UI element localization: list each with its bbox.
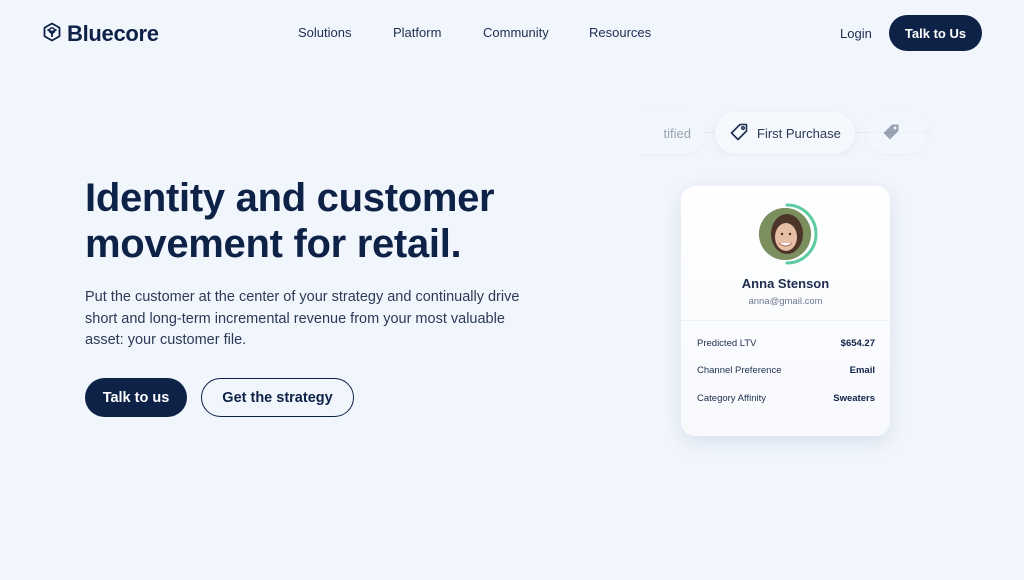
tag-pill-next [867, 112, 927, 154]
customer-name: Anna Stenson [741, 276, 830, 291]
card-divider [681, 320, 890, 321]
headline-line-2: movement for retail. [85, 222, 462, 266]
row-label: Category Affinity [697, 393, 767, 404]
get-strategy-button[interactable]: Get the strategy [201, 378, 354, 417]
tag-carousel: tified First Purchase [640, 110, 930, 156]
cube-logo-icon [42, 22, 62, 47]
talk-to-us-button[interactable]: Talk to Us [889, 15, 982, 51]
customer-profile-card: Anna Stenson anna@gmail.com Predicted LT… [681, 186, 890, 436]
row-label: Predicted LTV [697, 338, 757, 349]
row-value: Email [849, 365, 875, 376]
tag-pill-partial: tified [640, 112, 705, 154]
tag-filled-icon [881, 122, 901, 145]
hero-headline: Identity and customer movement for retai… [85, 175, 605, 267]
talk-to-us-hero-button[interactable]: Talk to us [85, 378, 187, 417]
row-value: Sweaters [833, 393, 875, 404]
hero-subtext: Put the customer at the center of your s… [85, 289, 520, 348]
tag-pill-first-purchase: First Purchase [715, 112, 855, 154]
avatar [759, 208, 811, 260]
row-predicted-ltv: Predicted LTV $654.27 [697, 338, 875, 349]
tag-icon [729, 122, 749, 145]
tag-partial-label: tified [663, 125, 691, 141]
brand-logo[interactable]: Bluecore [42, 21, 159, 47]
nav-resources[interactable]: Resources [589, 25, 651, 40]
customer-email: anna@gmail.com [748, 296, 823, 307]
nav-community[interactable]: Community [483, 25, 549, 40]
row-label: Channel Preference [697, 365, 782, 376]
brand-name: Bluecore [67, 21, 159, 46]
tag-label: First Purchase [757, 125, 841, 141]
row-category-affinity: Category Affinity Sweaters [697, 393, 875, 404]
site-header: Bluecore Solutions Platform Community Re… [0, 0, 1024, 66]
row-value: $654.27 [840, 338, 875, 349]
avatar-with-progress-ring [755, 202, 819, 266]
nav-solutions[interactable]: Solutions [298, 25, 351, 40]
headline-line-1: Identity and customer [85, 176, 495, 220]
row-channel-preference: Channel Preference Email [697, 365, 875, 376]
nav-platform[interactable]: Platform [393, 25, 441, 40]
login-link[interactable]: Login [840, 26, 872, 41]
